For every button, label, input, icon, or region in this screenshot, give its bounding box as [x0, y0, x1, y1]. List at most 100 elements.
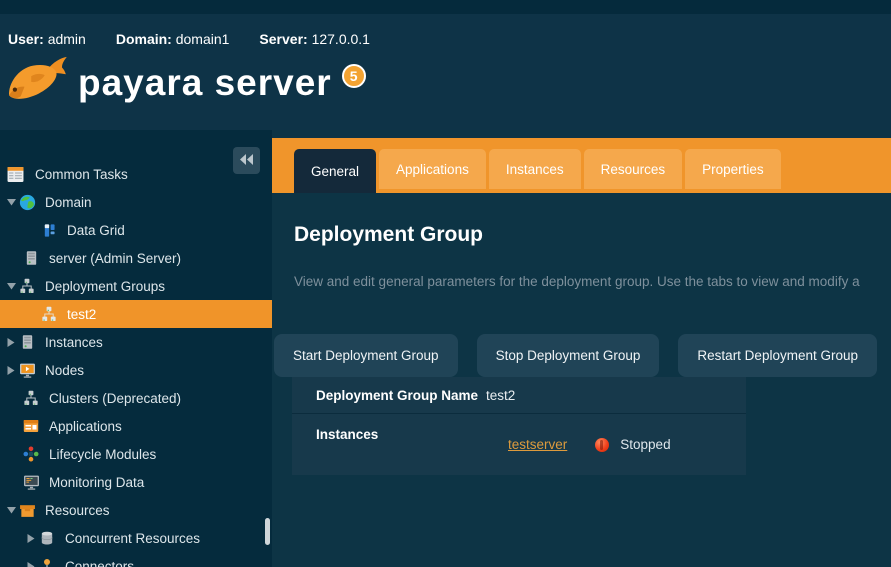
sidebar-item-label: Resources [45, 502, 110, 518]
task-list-icon [6, 166, 24, 183]
node-monitor-icon [18, 362, 36, 379]
sidebar-item-lifecycle-modules[interactable]: Lifecycle Modules [0, 440, 272, 468]
tab-general[interactable]: General [294, 149, 377, 193]
sidebar-item-test2[interactable]: test2 [0, 300, 272, 328]
sidebar-item-label: server (Admin Server) [49, 250, 182, 266]
table-row: Deployment Group Name test2 [292, 377, 746, 414]
database-icon [38, 530, 56, 546]
sidebar-item-instances[interactable]: Instances [0, 328, 272, 356]
status-text: Stopped [620, 437, 671, 452]
sidebar-item-applications[interactable]: Applications [0, 412, 272, 440]
main-panel: General Applications Instances Resources… [272, 130, 891, 567]
sidebar-item-label: Data Grid [67, 222, 125, 238]
server-label: Server: [259, 31, 308, 47]
expander-right-icon[interactable] [24, 533, 38, 543]
sidebar-item-label: Clusters (Deprecated) [49, 390, 182, 406]
user-value: admin [47, 31, 86, 47]
navigation-tree: Common Tasks Domain Data Grid server (Ad… [0, 130, 272, 567]
instances-label: Instances [316, 427, 379, 442]
sidebar-item-common-tasks[interactable]: Common Tasks [0, 160, 272, 188]
deployment-group-table: Deployment Group Name test2 Instances te… [292, 377, 746, 475]
app-header: User: admin Domain: domain1 Server: 127.… [0, 0, 891, 130]
payara-fish-icon [6, 55, 68, 110]
sidebar-item-concurrent-resources[interactable]: Concurrent Resources [0, 524, 272, 552]
sidebar-item-label: Concurrent Resources [65, 530, 201, 546]
sidebar-item-monitoring-data[interactable]: Monitoring Data [0, 468, 272, 496]
table-row: Instances testserver Stopped [292, 414, 746, 475]
action-buttons: Start Deployment Group Stop Deployment G… [274, 334, 891, 377]
tab-bar: General Applications Instances Resources… [272, 138, 891, 193]
tab-label: Properties [702, 161, 764, 177]
tab-label: Resources [600, 161, 666, 177]
cluster-icon [40, 306, 58, 322]
restart-deployment-group-button[interactable]: Restart Deployment Group [678, 334, 877, 377]
logo-text: payara server [78, 61, 332, 103]
sidebar-item-label: Nodes [45, 362, 85, 378]
sidebar-item-label: Monitoring Data [49, 474, 145, 490]
applications-icon [22, 418, 40, 434]
monitoring-icon [22, 474, 40, 491]
domain-label: Domain: [115, 31, 172, 47]
page-description: View and edit general parameters for the… [294, 274, 860, 289]
tab-resources[interactable]: Resources [583, 149, 683, 189]
sidebar-item-label: Deployment Groups [45, 278, 166, 294]
sidebar-item-resources[interactable]: Resources [0, 496, 272, 524]
collapse-arrows-icon [240, 152, 253, 170]
version-badge: 5 [341, 63, 366, 88]
server-icon [18, 334, 36, 350]
expander-down-icon[interactable] [4, 506, 18, 514]
tab-applications[interactable]: Applications [379, 149, 486, 189]
navigation-sidebar: Common Tasks Domain Data Grid server (Ad… [0, 130, 272, 567]
expander-right-icon[interactable] [4, 337, 18, 347]
tab-label: Instances [505, 161, 564, 177]
cluster-icon [22, 390, 40, 406]
sidebar-collapse-button[interactable] [233, 147, 260, 174]
domain-info: Domain: domain1 [116, 31, 230, 47]
sidebar-item-nodes[interactable]: Nodes [0, 356, 272, 384]
sidebar-item-label: test2 [67, 306, 97, 322]
resources-box-icon [18, 502, 36, 519]
expander-right-icon[interactable] [4, 365, 18, 375]
globe-icon [18, 194, 36, 211]
payara-logo: payara server 5 [6, 55, 366, 110]
user-label: User: [8, 31, 44, 47]
sidebar-item-domain[interactable]: Domain [0, 188, 272, 216]
server-icon [22, 250, 40, 266]
expander-down-icon[interactable] [4, 198, 18, 206]
deployment-group-name-label: Deployment Group Name [316, 387, 479, 403]
data-grid-icon [40, 223, 58, 238]
sidebar-item-label: Applications [49, 418, 122, 434]
content-area: Deployment Group View and edit general p… [272, 193, 891, 567]
connector-icon [38, 558, 56, 567]
instance-link[interactable]: testserver [508, 437, 567, 452]
session-info: User: admin Domain: domain1 Server: 127.… [8, 31, 370, 47]
deployment-group-name-value: test2 [486, 387, 516, 403]
sidebar-item-label: Lifecycle Modules [49, 446, 157, 462]
expander-down-icon[interactable] [4, 282, 18, 290]
tab-properties[interactable]: Properties [685, 149, 781, 189]
tab-label: Applications [396, 161, 469, 177]
cluster-icon [18, 278, 36, 294]
tab-instances[interactable]: Instances [488, 149, 581, 189]
server-value: 127.0.0.1 [311, 31, 370, 47]
page-title: Deployment Group [294, 223, 484, 246]
expander-right-icon[interactable] [24, 561, 38, 567]
server-info: Server: 127.0.0.1 [259, 31, 370, 47]
user-info: User: admin [8, 31, 86, 47]
sidebar-item-connectors[interactable]: Connectors [0, 552, 272, 567]
sidebar-item-label: Domain [45, 194, 92, 210]
sidebar-item-label: Instances [45, 334, 103, 350]
sidebar-item-label: Common Tasks [35, 166, 128, 182]
sidebar-scrollbar-thumb[interactable] [265, 518, 270, 545]
sidebar-item-deployment-groups[interactable]: Deployment Groups [0, 272, 272, 300]
domain-value: domain1 [175, 31, 230, 47]
sidebar-item-admin-server[interactable]: server (Admin Server) [0, 244, 272, 272]
lifecycle-icon [22, 446, 40, 462]
status-stopped-icon [595, 437, 610, 452]
stop-deployment-group-button[interactable]: Stop Deployment Group [476, 334, 660, 377]
tab-label: General [311, 163, 360, 179]
sidebar-item-label: Connectors [65, 558, 135, 567]
start-deployment-group-button[interactable]: Start Deployment Group [274, 334, 458, 377]
sidebar-item-data-grid[interactable]: Data Grid [0, 216, 272, 244]
sidebar-item-clusters-deprecated[interactable]: Clusters (Deprecated) [0, 384, 272, 412]
